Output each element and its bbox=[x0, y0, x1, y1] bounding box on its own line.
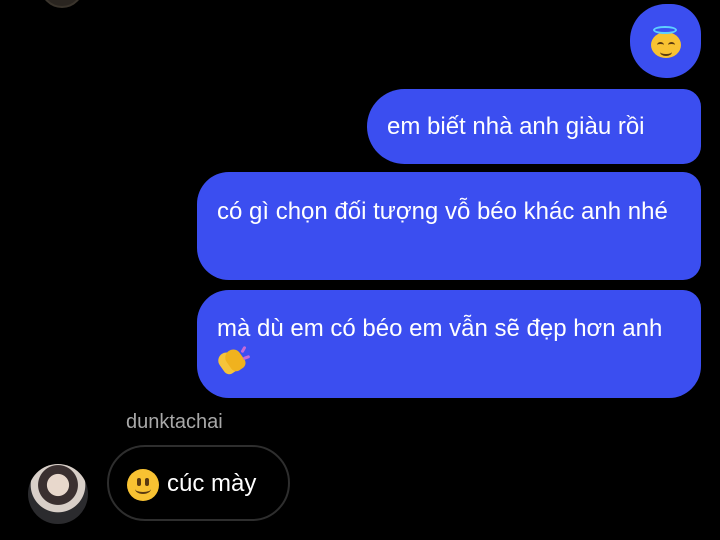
incoming-message[interactable]: cúc mày bbox=[107, 445, 290, 521]
message-text: có gì chọn đối tượng vỗ béo khác anh nhé bbox=[217, 198, 668, 225]
sender-avatar[interactable] bbox=[28, 464, 88, 524]
slightly-smiling-face-icon bbox=[127, 469, 159, 501]
previous-avatar bbox=[40, 0, 84, 8]
message-text: mà dù em có béo em vẫn sẽ đẹp hơn anh bbox=[217, 315, 663, 342]
outgoing-message[interactable]: em biết nhà anh giàu rồi bbox=[367, 89, 701, 164]
clapping-hands-icon bbox=[215, 345, 251, 377]
chat-thread: em biết nhà anh giàu rồi có gì chọn đối … bbox=[0, 0, 720, 540]
outgoing-emoji-message[interactable] bbox=[630, 4, 701, 78]
message-text: cúc mày bbox=[167, 470, 257, 497]
outgoing-message[interactable]: mà dù em có béo em vẫn sẽ đẹp hơn anh bbox=[197, 290, 701, 398]
sender-name: dunktachai bbox=[126, 411, 223, 433]
message-text: em biết nhà anh giàu rồi bbox=[387, 113, 645, 140]
smiling-face-with-halo-icon bbox=[650, 26, 681, 58]
outgoing-message[interactable]: có gì chọn đối tượng vỗ béo khác anh nhé bbox=[197, 172, 701, 280]
